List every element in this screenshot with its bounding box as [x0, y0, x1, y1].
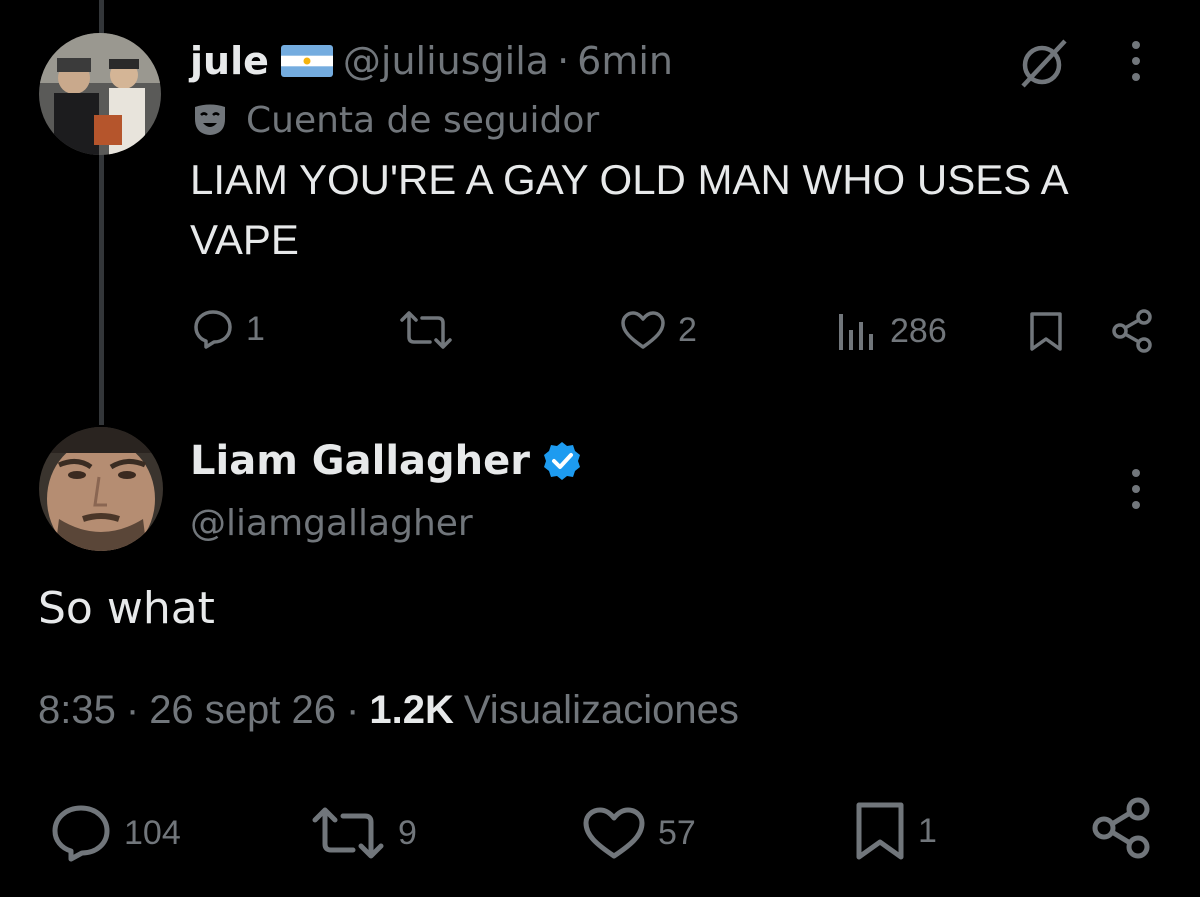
display-name[interactable]: jule [190, 39, 269, 83]
views-label: Visualizaciones [463, 687, 739, 732]
timestamp[interactable]: 6min [577, 39, 673, 83]
views-button[interactable]: 286 [836, 310, 947, 352]
tweet-date[interactable]: 26 sept 26 [149, 688, 336, 733]
bookmark-count: 1 [918, 811, 937, 850]
share-button[interactable] [1090, 796, 1154, 860]
bookmark-button[interactable] [1028, 310, 1064, 352]
main-name-row: Liam Gallagher [190, 434, 582, 488]
repost-button[interactable] [398, 310, 454, 350]
grok-icon [1021, 39, 1067, 88]
more-options-button[interactable] [1129, 38, 1143, 86]
repost-icon [312, 807, 384, 859]
views-icon [839, 314, 873, 350]
separator: · [125, 687, 140, 732]
like-button[interactable]: 2 [620, 310, 697, 350]
account-label: Cuenta de seguidor [192, 98, 599, 142]
reply-icon [194, 310, 232, 349]
reply-icon [52, 805, 110, 862]
bookmark-icon [856, 802, 904, 860]
reply-header: jule @juliusgila · 6min [190, 36, 673, 86]
avatar[interactable] [39, 33, 161, 155]
more-vertical-icon [1132, 469, 1140, 509]
share-icon [1112, 309, 1152, 353]
reply-count: 1 [246, 309, 265, 348]
avatar[interactable] [39, 427, 163, 551]
more-options-button[interactable] [1129, 466, 1143, 514]
repost-icon [400, 311, 452, 349]
verified-badge-icon [544, 442, 580, 480]
share-icon [1092, 797, 1150, 859]
heart-icon [583, 807, 645, 859]
reply-button[interactable]: 104 [50, 804, 181, 862]
views-total: 1.2K [369, 687, 454, 732]
reply-count: 104 [124, 813, 181, 852]
separator: · [557, 39, 570, 83]
share-button[interactable] [1110, 308, 1156, 354]
account-label-text: Cuenta de seguidor [246, 99, 600, 141]
like-button[interactable]: 57 [582, 806, 696, 860]
bookmark-button[interactable]: 1 [854, 800, 937, 862]
bookmark-icon [1030, 312, 1062, 351]
mask-icon [195, 104, 225, 135]
tweet-time[interactable]: 8:35 [38, 688, 116, 733]
separator: · [346, 687, 360, 732]
like-count: 57 [658, 813, 696, 852]
repost-count: 9 [398, 813, 417, 852]
handle[interactable]: @juliusgila [343, 39, 549, 83]
handle[interactable]: @liamgallagher [190, 503, 473, 544]
reply-button[interactable]: 1 [192, 308, 265, 350]
repost-button[interactable]: 9 [310, 806, 417, 860]
argentina-flag-icon [280, 45, 333, 77]
tweet-meta: 8:35 · 26 sept 26 · 1.2K Visualizaciones [38, 684, 739, 736]
views-count: 286 [890, 311, 947, 350]
display-name[interactable]: Liam Gallagher [190, 438, 530, 484]
more-vertical-icon [1132, 41, 1140, 81]
like-count: 2 [678, 310, 697, 349]
grok-button[interactable] [1012, 36, 1072, 92]
heart-icon [621, 311, 665, 349]
tweet-text: So what [38, 583, 215, 634]
reply-text: LIAM YOU'RE A GAY OLD MAN WHO USES A VAP… [190, 156, 1067, 263]
